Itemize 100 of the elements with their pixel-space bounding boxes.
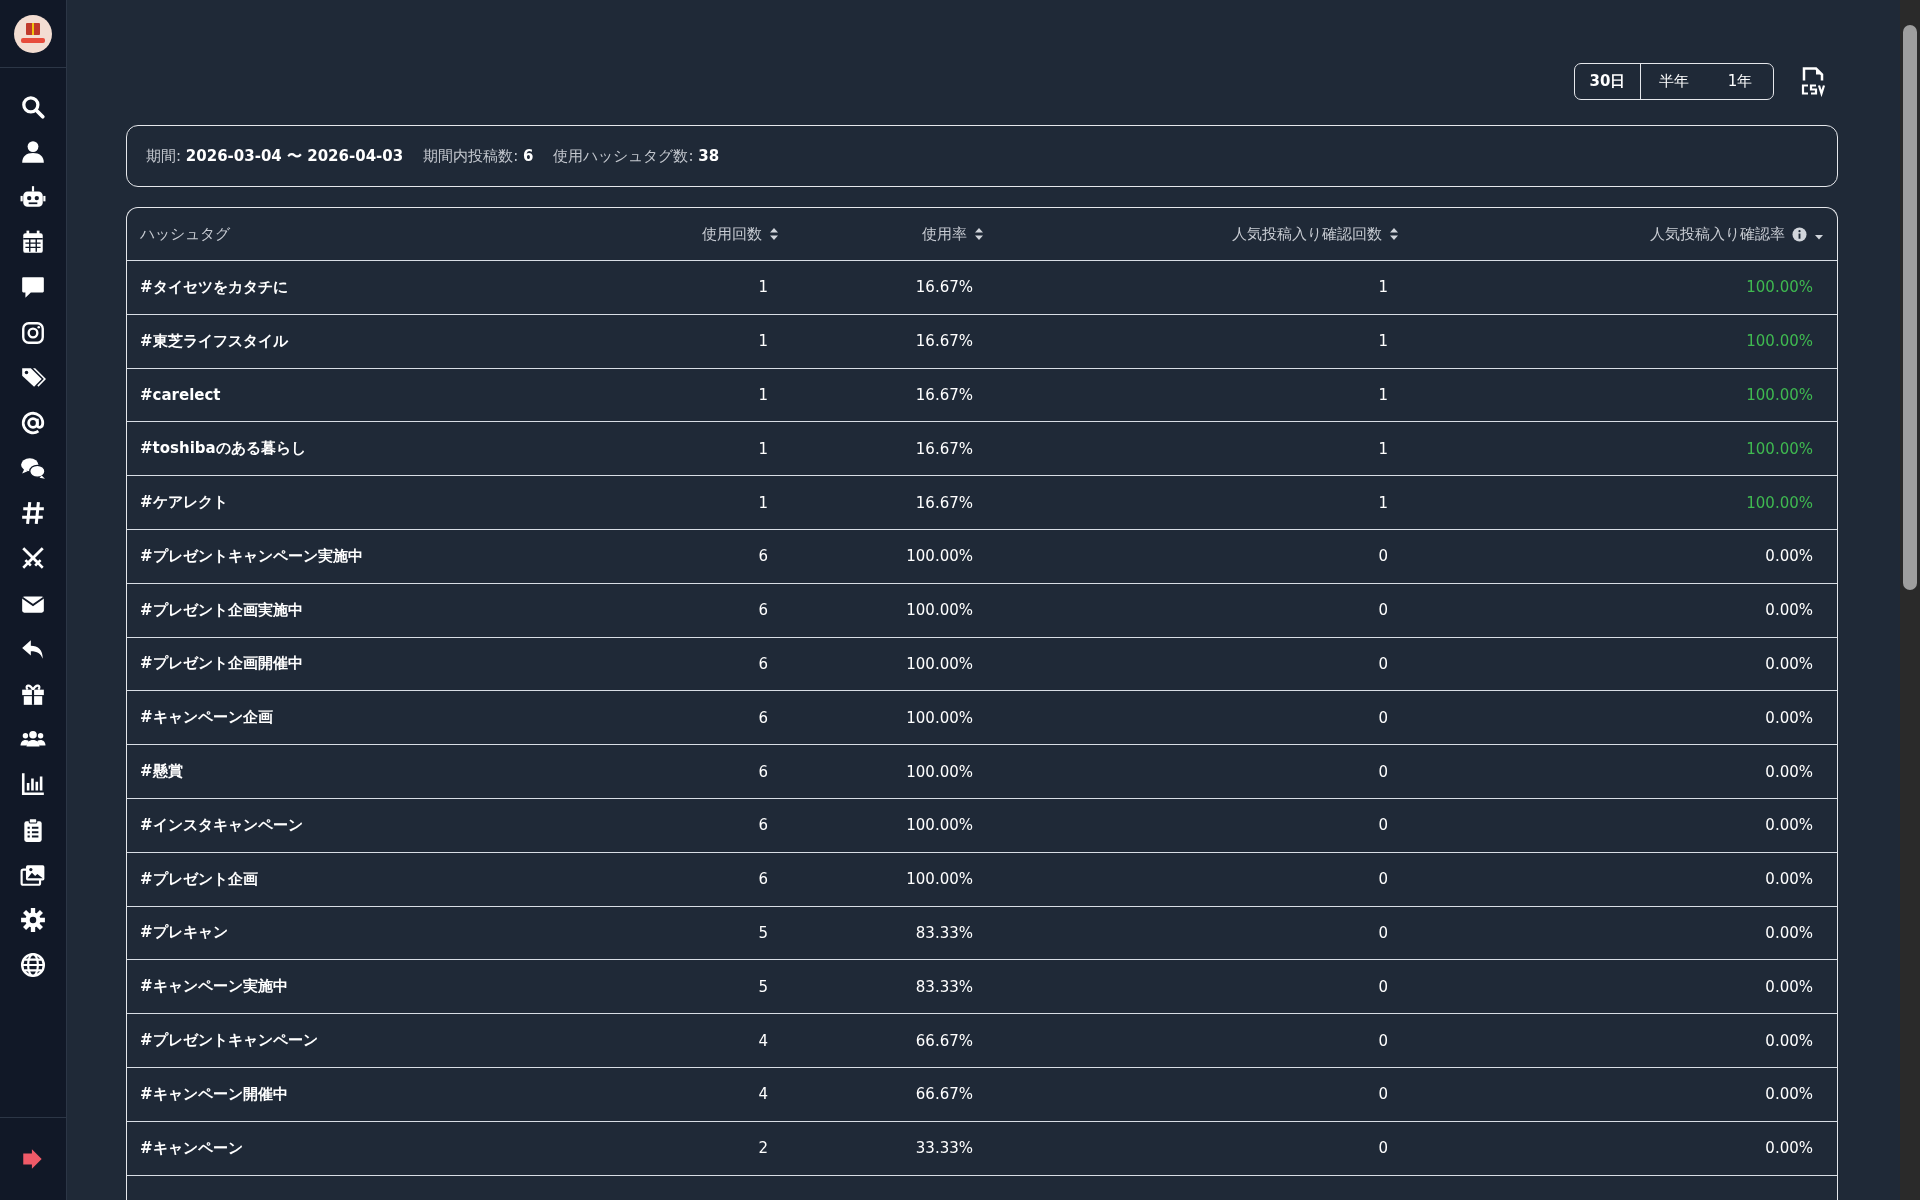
- count-cell: 1: [1378, 493, 1388, 512]
- count-cell: 1: [758, 332, 768, 351]
- rate-cell: 0.00%: [1765, 1031, 1813, 1050]
- count-cell: 1: [758, 439, 768, 458]
- rate-cell: 83.33%: [915, 977, 973, 996]
- bar-chart-icon[interactable]: [20, 771, 46, 798]
- camera-icon[interactable]: [20, 319, 46, 346]
- info-icon[interactable]: [1792, 226, 1807, 242]
- count-cell: 0: [1378, 923, 1388, 942]
- gift-icon[interactable]: [20, 681, 46, 708]
- calendar-icon[interactable]: [20, 229, 46, 256]
- rate-cell: 100.00%: [906, 816, 973, 835]
- rate-cell: 100.00%: [1746, 386, 1813, 404]
- rate-cell: 100.00%: [1746, 332, 1813, 351]
- rate-cell: 0.00%: [1765, 1085, 1813, 1104]
- scrollbar-thumb[interactable]: [1903, 25, 1917, 590]
- column-header[interactable]: 人気投稿入り確認回数: [1232, 224, 1382, 244]
- count-cell: 0: [1378, 547, 1388, 566]
- column-header[interactable]: 使用回数: [702, 224, 762, 244]
- count-cell: 0: [1378, 1031, 1388, 1050]
- count-cell: 1: [1378, 332, 1388, 351]
- count-cell: 0: [1378, 601, 1388, 620]
- count-cell: 1: [758, 386, 768, 404]
- rate-cell: 100.00%: [1746, 493, 1813, 512]
- rate-cell: 100.00%: [906, 870, 973, 889]
- hashtag-cell: #キャンペーン: [140, 1138, 243, 1158]
- hashtag-cell: #プレキャン: [140, 923, 228, 943]
- summary-text: 使用ハッシュタグ数: 38: [553, 146, 720, 166]
- count-cell: 6: [758, 816, 768, 835]
- rate-cell: 0.00%: [1765, 1139, 1813, 1158]
- hashtag-cell: #キャンペーン開催中: [140, 1084, 288, 1104]
- summary-text: 期間: 2026-03-04 〜 2026-04-03: [146, 146, 404, 166]
- sort-icon[interactable]: [1389, 226, 1399, 242]
- rate-cell: 0.00%: [1765, 762, 1813, 781]
- rate-cell: 66.67%: [915, 1085, 973, 1104]
- robot-icon[interactable]: [20, 183, 46, 210]
- count-cell: 6: [758, 870, 768, 889]
- count-cell: 0: [1378, 870, 1388, 889]
- scrollbar[interactable]: [1900, 0, 1920, 1200]
- rate-cell: 100.00%: [1746, 278, 1813, 297]
- sort-icon[interactable]: [769, 226, 779, 242]
- count-cell: 5: [758, 977, 768, 996]
- count-cell: 0: [1378, 1085, 1388, 1104]
- rate-cell: 66.67%: [915, 1031, 973, 1050]
- count-cell: 6: [758, 654, 768, 673]
- hashtag-cell: #toshibaのある暮らし: [140, 439, 306, 459]
- count-cell: 4: [758, 1031, 768, 1050]
- sort-icon[interactable]: [974, 226, 984, 242]
- count-cell: 1: [758, 493, 768, 512]
- hashtag-cell: #懸賞: [140, 762, 183, 782]
- count-cell: 6: [758, 547, 768, 566]
- rate-cell: 0.00%: [1765, 601, 1813, 620]
- rate-cell: 0.00%: [1765, 547, 1813, 566]
- period-tab[interactable]: 30日: [1575, 64, 1641, 99]
- count-cell: 1: [1378, 386, 1388, 404]
- count-cell: 0: [1378, 654, 1388, 673]
- hashtag-icon[interactable]: [20, 500, 46, 527]
- hashtag-cell: #キャンペーン企画: [140, 708, 273, 728]
- rate-cell: 16.67%: [915, 332, 973, 351]
- count-cell: 1: [758, 278, 768, 297]
- rate-cell: 33.33%: [915, 1139, 973, 1158]
- rate-cell: 0.00%: [1765, 923, 1813, 942]
- count-cell: 6: [758, 762, 768, 781]
- settings-icon[interactable]: [20, 906, 46, 933]
- count-cell: 4: [758, 1085, 768, 1104]
- rate-cell: 0.00%: [1765, 654, 1813, 673]
- period-tab[interactable]: 半年: [1641, 64, 1707, 99]
- csv-download-icon[interactable]: [1800, 66, 1828, 97]
- speech-bubble-icon[interactable]: [20, 274, 46, 301]
- count-cell: 0: [1378, 708, 1388, 727]
- hashtag-cell: #プレゼントキャンペーン: [140, 1031, 318, 1051]
- hashtag-cell: #ケアレクト: [140, 493, 228, 513]
- rate-cell: 100.00%: [1746, 439, 1813, 458]
- rate-cell: 0.00%: [1765, 708, 1813, 727]
- hashtag-cell: #プレゼントキャンペーン実施中: [140, 546, 363, 566]
- period-tab[interactable]: 1年: [1707, 64, 1773, 99]
- rate-cell: 0.00%: [1765, 870, 1813, 889]
- logo-icon[interactable]: [13, 13, 53, 54]
- rate-cell: 0.00%: [1765, 977, 1813, 996]
- count-cell: 6: [758, 708, 768, 727]
- summary-text: 期間内投稿数: 6: [423, 146, 534, 166]
- at-sign-icon[interactable]: [20, 409, 46, 436]
- user-icon[interactable]: [20, 138, 46, 165]
- count-cell: 6: [758, 601, 768, 620]
- count-cell: 5: [758, 923, 768, 942]
- rate-cell: 16.67%: [915, 493, 973, 512]
- globe-icon[interactable]: [20, 952, 46, 979]
- hashtag-cell: #キャンペーン実施中: [140, 977, 288, 997]
- hashtag-cell: #プレゼント企画実施中: [140, 600, 303, 620]
- search-icon[interactable]: [20, 93, 46, 120]
- hashtag-cell: #東芝ライフスタイル: [140, 331, 288, 351]
- column-header: ハッシュタグ: [140, 224, 230, 244]
- rate-cell: 100.00%: [906, 708, 973, 727]
- rate-cell: 0.00%: [1765, 816, 1813, 835]
- column-header[interactable]: 使用率: [922, 224, 967, 244]
- rate-cell: 16.67%: [915, 278, 973, 297]
- count-cell: 1: [1378, 278, 1388, 297]
- chat-bubbles-icon[interactable]: [20, 455, 46, 482]
- rate-cell: 83.33%: [915, 923, 973, 942]
- column-header[interactable]: 人気投稿入り確認率: [1650, 224, 1785, 244]
